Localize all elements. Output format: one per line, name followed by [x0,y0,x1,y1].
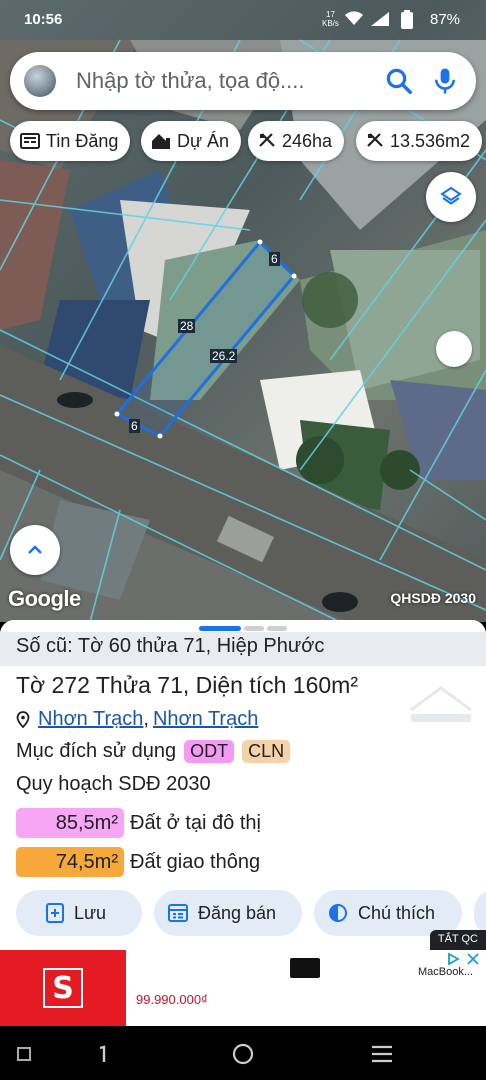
chip-label: 13.536m2 [390,130,471,151]
area-row-residential: 85,5m² Đất ở tại đô thị [16,808,261,838]
ad-controls [446,952,480,966]
chip-label: Tin Đăng [46,130,119,151]
system-nav-bar [0,1026,486,1080]
ad-choices-icon[interactable] [446,952,460,966]
house-icon [152,134,170,149]
province-link[interactable]: Nhơn Trạch [153,708,258,731]
plan-label: Quy hoạch SDĐ 2030 [16,773,211,795]
signal-icon [371,12,389,26]
save-button-label: Lưu [74,902,107,923]
add-bookmark-icon [46,903,64,923]
chip-tin-dang[interactable]: Tin Đăng [10,121,131,161]
keyboard-toggle-icon[interactable] [14,1042,38,1066]
wifi-icon [345,11,363,25]
chip-du-an[interactable]: Dự Án [141,121,242,161]
google-logo: Google [8,586,81,611]
map-layer-label: QHSDĐ 2030 [390,590,476,606]
action-buttons: Lưu Đăng bán Chú thích [16,890,486,936]
old-parcel-id: Số cũ: Tờ 60 thửa 71, Hiệp Phước [0,632,486,666]
district-link[interactable]: Nhơn Trạch [38,708,143,731]
battery-icon [401,10,413,29]
location-pin-icon [16,710,30,728]
ad-product-thumbnail [290,958,320,978]
search-icon[interactable] [384,66,414,96]
map-control-button[interactable] [436,331,472,367]
microphone-icon[interactable] [430,66,460,96]
area-row-traffic: 74,5m² Đất giao thông [16,847,260,877]
post-sale-button-label: Đăng bán [198,902,277,923]
half-circle-icon [329,904,347,922]
land-use-tag-cln[interactable]: CLN [242,740,291,763]
save-button[interactable]: Lưu [16,890,142,936]
dimension-label-right: 26.2 [210,349,238,363]
land-use-tag-odt[interactable]: ODT [184,740,235,763]
newspaper-icon [20,133,40,149]
chip-area-m2[interactable]: 13.536m2 [356,121,483,161]
dimension-label-top: 6 [269,252,280,266]
page-indicator-active [199,626,241,631]
parcel-info-panel: Số cũ: Tờ 60 thửa 71, Hiệp Phước Tờ 272 … [0,620,486,950]
parcel-location: Nhơn Trạch , Nhơn Trạch [16,708,258,731]
network-speed: 17 KB/s [322,10,339,28]
network-speed-unit: KB/s [322,19,339,28]
legend-button-label: Chú thích [358,902,436,923]
area-value: 85,5m² [16,808,124,838]
ruler-icon [259,133,275,147]
area-label: Đất giao thông [130,850,261,873]
recent-apps-icon[interactable] [94,1042,118,1066]
ad-product-name: MacBook... [418,966,474,978]
dimension-label-left: 28 [178,319,196,333]
layers-icon [440,186,462,205]
purpose-label: Mục đích sử dụng [16,740,177,762]
page-indicator [244,626,264,631]
expand-up-button[interactable] [10,525,60,575]
chip-label: Dự Án [177,130,230,151]
ad-banner[interactable]: S 99.990.000₫ MacBook... [0,950,486,1026]
land-use-purpose: Mục đích sử dụng ODT CLN [16,740,291,763]
ad-price: 99.990.000₫ [136,992,208,1007]
chevron-up-icon [28,545,42,554]
ad-brand-logo: S [0,950,126,1026]
layers-button[interactable] [426,172,476,222]
home-icon[interactable] [231,1042,255,1066]
area-label: Đất ở tại đô thị [130,811,261,834]
ruler-icon [367,133,383,147]
chip-label: 246ha [282,130,333,151]
clock: 10:56 [24,11,63,28]
back-icon[interactable] [370,1042,394,1066]
location-separator: , [143,708,149,730]
dimension-label-bottom: 6 [129,419,140,433]
status-bar: 10:56 17 KB/s 87% [0,0,486,40]
ad-logo-letter: S [43,968,83,1008]
calendar-list-icon [168,904,188,922]
hide-ad-button[interactable]: TẮT QC [429,930,486,950]
area-value: 74,5m² [16,847,124,877]
chip-area-ha[interactable]: 246ha [248,121,345,161]
avatar[interactable] [24,65,56,97]
parcel-title: Tờ 272 Thửa 71, Diện tích 160m² [16,672,359,698]
network-speed-value: 17 [326,10,335,19]
post-sale-button[interactable]: Đăng bán [154,890,302,936]
close-icon[interactable] [466,952,480,966]
map-view[interactable]: 6 28 26.2 6 10:56 17 KB/s 87% Nhập tờ th… [0,0,486,622]
search-input[interactable] [76,64,376,98]
page-indicator [267,626,287,631]
battery-percentage: 87% [430,11,461,28]
watermark-logo [410,686,472,722]
search-bar [10,52,476,110]
